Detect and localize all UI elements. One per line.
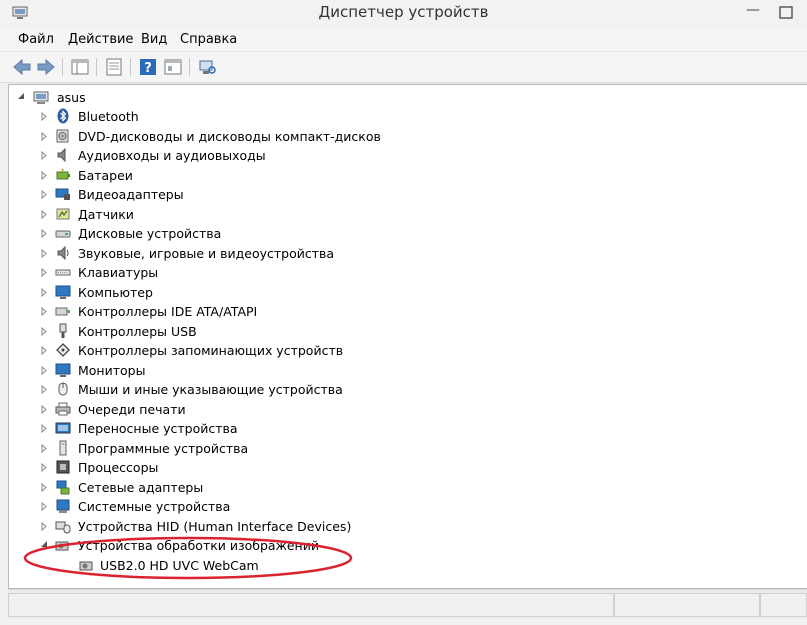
tree-item-label: Дисковые устройства (78, 226, 222, 241)
computer-icon (33, 91, 49, 104)
expand-arrow-icon[interactable] (41, 405, 47, 414)
status-cell-2 (614, 593, 760, 617)
tree-item-label: Контроллеры IDE ATA/ATAPI (78, 304, 258, 319)
expand-arrow-icon[interactable] (41, 522, 47, 531)
expand-arrow-icon[interactable] (41, 463, 47, 472)
webcam-icon (79, 561, 93, 571)
menu-action[interactable]: Действие (66, 32, 135, 47)
expand-arrow-icon[interactable] (41, 288, 47, 297)
tree-item-label: Устройства обработки изображений (78, 538, 319, 553)
expand-arrow-icon[interactable] (41, 268, 47, 277)
network-adapter-icon (56, 480, 70, 495)
expand-arrow-icon[interactable] (41, 366, 47, 375)
tree-item-label: Мыши и иные указывающие устройства (78, 382, 343, 397)
tree-item-label: DVD-дисководы и дисководы компакт-дисков (78, 129, 381, 144)
tree-item-label: USB2.0 HD UVC WebCam (100, 558, 259, 573)
expand-arrow-icon[interactable] (41, 132, 47, 141)
storage-controller-icon (56, 343, 70, 357)
status-cell-3 (760, 593, 807, 617)
tree-item-label: Компьютер (78, 285, 153, 300)
expand-arrow-icon[interactable] (41, 229, 47, 238)
device-tree[interactable]: asus Bluetooth DVD-дисководы и дисководы… (8, 84, 807, 589)
processor-icon (56, 460, 70, 474)
disk-drive-icon (55, 230, 71, 238)
tree-item-label: Устройства HID (Human Interface Devices) (78, 519, 352, 534)
tree-item-label: Батареи (78, 168, 133, 183)
status-bar (8, 589, 807, 618)
properties-icon[interactable] (104, 57, 124, 77)
tree-item-label: Процессоры (78, 460, 159, 475)
expand-arrow-icon[interactable] (41, 444, 47, 453)
sound-icon (57, 245, 69, 261)
monitor-icon (55, 363, 71, 377)
help-icon[interactable]: ? (138, 57, 158, 77)
expand-arrow-icon[interactable] (41, 424, 47, 433)
tree-item-label: Видеоадаптеры (78, 187, 184, 202)
expand-arrow-icon[interactable] (41, 112, 47, 121)
toolbar: ? (0, 52, 807, 83)
tree-item-label: Контроллеры USB (78, 324, 197, 339)
speaker-icon (57, 147, 66, 163)
tree-item-label: Аудиовходы и аудиовыходы (78, 148, 266, 163)
mouse-icon (58, 382, 68, 396)
expand-arrow-icon[interactable] (41, 346, 47, 355)
imaging-device-icon (55, 541, 69, 551)
view-icon[interactable] (163, 57, 183, 77)
expand-arrow-icon[interactable] (41, 249, 47, 258)
software-device-icon (59, 440, 67, 456)
portable-device-icon (55, 422, 71, 434)
display-adapter-icon (55, 188, 70, 200)
title-bar: Диспетчер устройств — (0, 0, 807, 28)
expand-arrow-icon[interactable] (41, 307, 47, 316)
back-arrow-icon[interactable] (12, 57, 32, 77)
scan-hardware-icon[interactable] (197, 57, 217, 77)
menu-view[interactable]: Вид (139, 32, 169, 47)
menu-bar: Файл Действие Вид Справка (0, 29, 807, 52)
tree-item-label: Датчики (78, 207, 134, 222)
battery-icon (56, 169, 70, 180)
tree-item-label: Очереди печати (78, 402, 186, 417)
printer-icon (55, 402, 71, 416)
maximize-button[interactable] (776, 4, 796, 22)
keyboard-icon (55, 269, 71, 276)
console-tree-icon[interactable] (70, 57, 90, 77)
expand-arrow-icon[interactable] (41, 483, 47, 492)
tree-item-label: Программные устройства (78, 441, 249, 456)
bluetooth-icon (57, 108, 69, 124)
expand-arrow-icon[interactable] (41, 210, 47, 219)
expand-arrow-icon[interactable] (41, 190, 47, 199)
tree-item-label: Сетевые адаптеры (78, 480, 204, 495)
tree-item-label: asus (57, 90, 86, 105)
tree-item-label: Контроллеры запоминающих устройств (78, 343, 344, 358)
expand-arrow-icon[interactable] (41, 151, 47, 160)
computer-icon (55, 285, 71, 299)
ide-controller-icon (55, 307, 70, 316)
menu-file[interactable]: Файл (16, 32, 56, 47)
hid-icon (55, 521, 71, 534)
expand-arrow-icon[interactable] (41, 385, 47, 394)
collapse-arrow-icon[interactable] (41, 541, 47, 550)
tree-item-label: Звуковые, игровые и видеоустройства (78, 246, 335, 261)
status-cell-main (8, 593, 614, 617)
minimize-button[interactable]: — (738, 2, 768, 22)
tree-item-label: Переносные устройства (78, 421, 238, 436)
expand-arrow-icon[interactable] (41, 502, 47, 511)
tree-item-label: Клавиатуры (78, 265, 159, 280)
menu-help[interactable]: Справка (178, 32, 239, 47)
collapse-arrow-icon[interactable] (18, 93, 24, 102)
system-device-icon (56, 499, 70, 513)
tree-item-label: Bluetooth (78, 109, 139, 124)
forward-arrow-icon[interactable] (36, 57, 56, 77)
window-title: Диспетчер устройств (318, 3, 489, 21)
tree-item-label: Системные устройства (78, 499, 231, 514)
expand-arrow-icon[interactable] (41, 171, 47, 180)
usb-icon (59, 323, 67, 338)
tree-item-label: Мониторы (78, 363, 146, 378)
expand-arrow-icon[interactable] (41, 327, 47, 336)
dvd-drive-icon (56, 129, 69, 143)
svg-text:?: ? (144, 61, 152, 76)
sensor-icon (56, 208, 70, 220)
